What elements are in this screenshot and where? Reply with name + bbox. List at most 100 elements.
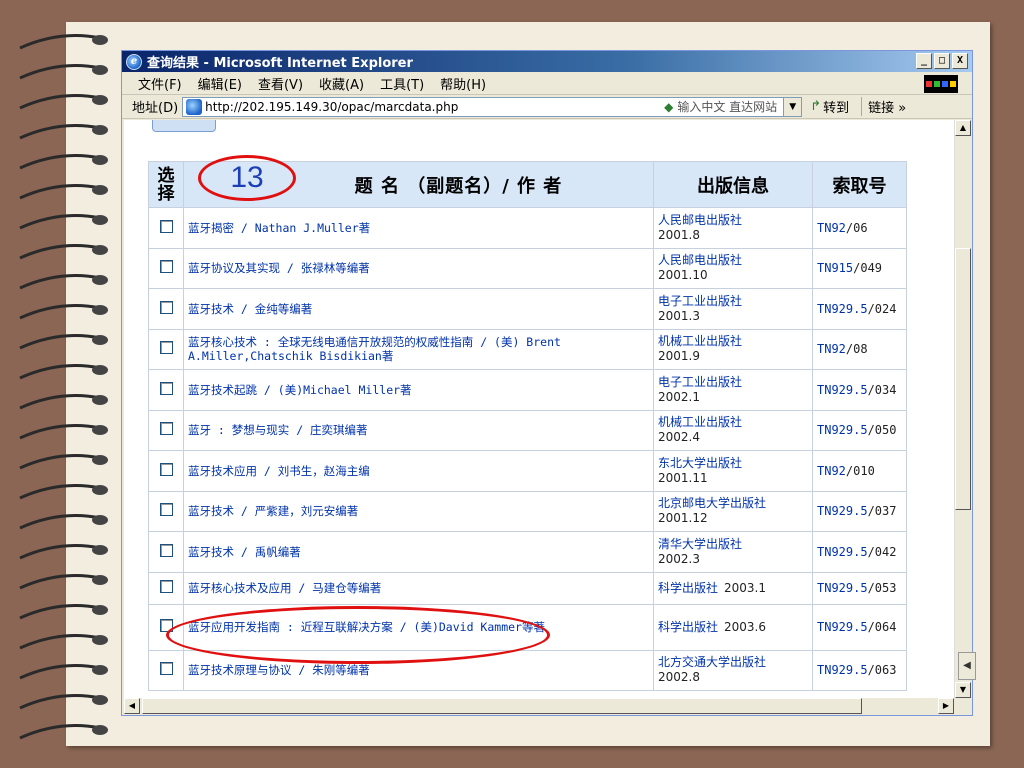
call-number: TN929.5/063 (812, 649, 907, 691)
row-checkbox[interactable] (159, 580, 173, 593)
row-checkbox[interactable] (159, 543, 173, 557)
publication-info: 科学出版社 2003.6 (653, 603, 813, 651)
publish-year: 2001.3 (658, 308, 700, 323)
book-title-link[interactable]: 蓝牙技术 / 严紫建，刘元安编著 (183, 490, 654, 532)
call-prefix[interactable]: TN929.5 (817, 504, 868, 518)
publisher: 机械工业出版社 (658, 415, 743, 430)
header-call-number: 索取号 (812, 161, 907, 208)
call-prefix[interactable]: TN92 (817, 221, 846, 235)
publication-info: 科学出版社 2003.1 (653, 571, 813, 605)
minimize-button[interactable]: _ (916, 53, 932, 69)
call-suffix: /037 (867, 504, 897, 519)
slide-nav-icon[interactable]: ◀ (958, 652, 976, 680)
row-checkbox[interactable] (159, 219, 173, 233)
menu-favorites[interactable]: 收藏(A) (319, 74, 364, 93)
publish-year: 2003.6 (724, 619, 767, 634)
row-checkbox[interactable] (159, 300, 173, 314)
publisher: 人民邮电出版社 (658, 253, 743, 268)
row-checkbox[interactable] (159, 381, 173, 395)
table-row: 蓝牙核心技术 : 全球无线电通信开放规范的权威性指南 / (美) Brent A… (148, 328, 907, 370)
call-suffix: /08 (845, 342, 868, 357)
book-title-link[interactable]: 蓝牙协议及其实现 / 张禄林等编著 (183, 247, 654, 289)
call-prefix[interactable]: TN929.5 (817, 545, 868, 559)
window-title: 查询结果 - Microsoft Internet Explorer (147, 56, 413, 71)
spiral-binding (0, 0, 108, 768)
publisher: 清华大学出版社 (658, 536, 743, 551)
go-arrow-icon: ↱ (810, 99, 822, 114)
call-prefix[interactable]: TN929.5 (817, 302, 868, 316)
scroll-left-icon[interactable]: ◀ (124, 698, 140, 714)
address-input[interactable]: http://202.195.149.30/opac/marcdata.php … (182, 96, 803, 117)
highlight-oval-annotation (166, 606, 550, 664)
publish-year: 2001.8 (658, 227, 700, 242)
table-row: 蓝牙协议及其实现 / 张禄林等编著 人民邮电出版社 2001.10 TN915/0… (148, 247, 907, 289)
publication-info: 北方交通大学出版社 2002.8 (653, 649, 813, 691)
row-checkbox[interactable] (159, 462, 173, 476)
title-bar[interactable]: e 查询结果 - Microsoft Internet Explorer _ □… (122, 51, 972, 72)
row-checkbox[interactable] (159, 503, 173, 517)
links-button[interactable]: 链接 » (861, 97, 906, 116)
call-number: TN929.5/024 (812, 288, 907, 330)
horizontal-scrollbar[interactable]: ◀ ▶ (124, 698, 954, 714)
book-title-link[interactable]: 蓝牙 : 梦想与现实 / 庄奕琪编著 (183, 409, 654, 451)
call-number: TN92/08 (812, 328, 907, 370)
publication-info: 人民邮电出版社 2001.8 (653, 207, 813, 249)
address-label: 地址(D) (132, 101, 179, 116)
call-prefix[interactable]: TN929.5 (817, 581, 868, 595)
row-checkbox[interactable] (159, 341, 173, 355)
call-number: TN92/06 (812, 207, 907, 249)
menu-edit[interactable]: 编辑(E) (198, 74, 242, 93)
publish-year: 2001.10 (658, 268, 708, 283)
book-title-link[interactable]: 蓝牙核心技术 : 全球无线电通信开放规范的权威性指南 / (美) Brent A… (183, 328, 654, 370)
row-checkbox[interactable] (159, 260, 173, 274)
go-button[interactable]: ↱ 转到 (810, 97, 849, 116)
publisher: 电子工业出版社 (658, 374, 743, 389)
call-number: TN929.5/064 (812, 603, 907, 651)
scroll-down-icon[interactable]: ▼ (955, 682, 971, 698)
table-row: 蓝牙 : 梦想与现实 / 庄奕琪编著 机械工业出版社 2002.4 TN929.5… (148, 409, 907, 451)
call-prefix[interactable]: TN929.5 (817, 383, 868, 397)
table-row: 蓝牙技术 / 禹帆编著 清华大学出版社 2002.3 TN929.5/042 (148, 531, 907, 573)
publish-year: 2001.9 (658, 349, 700, 364)
publish-year: 2003.1 (724, 580, 767, 595)
call-prefix[interactable]: TN915 (817, 261, 853, 275)
vertical-scroll-thumb[interactable] (955, 248, 971, 510)
address-url: http://202.195.149.30/opac/marcdata.php (205, 99, 459, 114)
book-title-link[interactable]: 蓝牙核心技术及应用 / 马建仓等编著 (183, 571, 654, 605)
call-prefix[interactable]: TN929.5 (817, 663, 868, 677)
scroll-right-icon[interactable]: ▶ (938, 698, 954, 714)
table-row: 蓝牙技术 / 严紫建，刘元安编著 北京邮电大学出版社 2001.12 TN929.… (148, 490, 907, 532)
book-title-link[interactable]: 蓝牙技术应用 / 刘书生，赵海主编 (183, 450, 654, 492)
call-prefix[interactable]: TN929.5 (817, 423, 868, 437)
book-title-link[interactable]: 蓝牙技术 / 禹帆编著 (183, 531, 654, 573)
book-title-link[interactable]: 蓝牙技术 / 金纯等编著 (183, 288, 654, 330)
row-checkbox[interactable] (159, 662, 173, 676)
publisher: 电子工业出版社 (658, 293, 743, 308)
call-suffix: /053 (867, 581, 897, 595)
call-prefix[interactable]: TN92 (817, 342, 846, 356)
call-prefix[interactable]: TN929.5 (817, 620, 868, 634)
menu-help[interactable]: 帮助(H) (440, 74, 486, 93)
call-suffix: /06 (845, 220, 868, 235)
row-checkbox[interactable] (159, 422, 173, 436)
menu-tools[interactable]: 工具(T) (380, 74, 424, 93)
horizontal-scroll-thumb[interactable] (142, 698, 862, 714)
address-dropdown-icon[interactable]: ▼ (783, 97, 802, 116)
menu-file[interactable]: 文件(F) (138, 74, 182, 93)
call-number: TN929.5/034 (812, 369, 907, 411)
vertical-scrollbar[interactable]: ▲ ▼ (954, 120, 971, 698)
call-suffix: /034 (867, 382, 897, 397)
book-title-link[interactable]: 蓝牙技术起跳 / (美)Michael Miller著 (183, 369, 654, 411)
publish-year: 2002.3 (658, 551, 700, 566)
publication-info: 机械工业出版社 2002.4 (653, 409, 813, 451)
maximize-button[interactable]: □ (934, 53, 950, 69)
address-hint: ◆ 输入中文 直达网站 (664, 98, 777, 115)
result-count-annotation: 13 (198, 155, 296, 201)
call-number: TN929.5/042 (812, 531, 907, 573)
publisher: 科学出版社 (658, 580, 719, 595)
call-prefix[interactable]: TN92 (817, 464, 846, 478)
menu-view[interactable]: 查看(V) (258, 74, 303, 93)
book-title-link[interactable]: 蓝牙揭密 / Nathan J.Muller著 (183, 207, 654, 249)
close-button[interactable]: X (952, 53, 968, 69)
scroll-up-icon[interactable]: ▲ (955, 120, 971, 136)
